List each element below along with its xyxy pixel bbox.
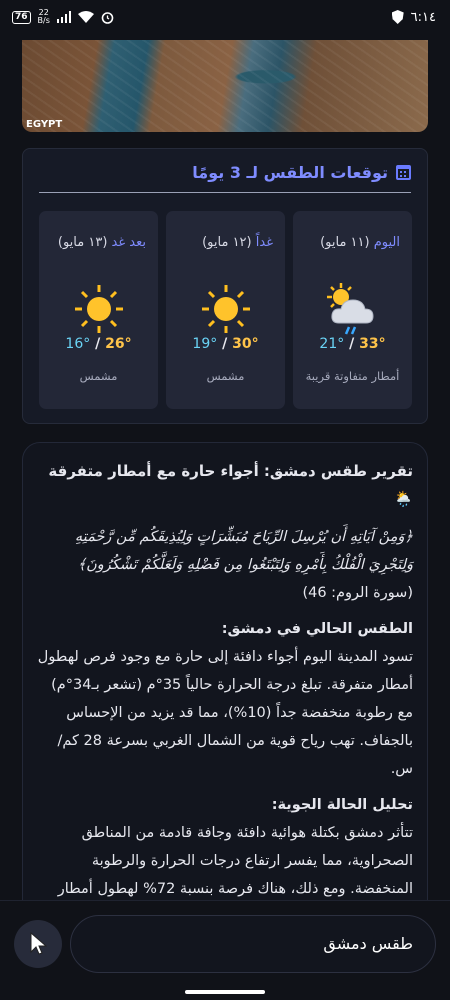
- forecast-panel: توقعات الطقس لـ 3 يومًا اليوم (١١ مايو) …: [22, 148, 428, 424]
- temperatures: 21° / 33°: [319, 336, 386, 352]
- temperatures: 16° / 26°: [65, 336, 132, 352]
- min-temp: 19°: [192, 336, 218, 352]
- search-input[interactable]: طقس دمشق: [70, 915, 436, 973]
- status-right: ٦:١٤: [391, 9, 436, 25]
- report-verse: ﴿وَمِنْ آيَاتِهِ أَن يُرْسِلَ الرِّيَاحَ…: [37, 523, 413, 607]
- data-rate-unit: B/s: [37, 16, 50, 25]
- forecast-header: توقعات الطقس لـ 3 يومًا: [39, 163, 411, 193]
- analysis-text: تتأثر دمشق بكتلة هوائية دافئة وجافة قادم…: [52, 825, 413, 911]
- day-label: غداً (١٢ مايو): [174, 231, 273, 255]
- sun-icon: [74, 285, 123, 333]
- wifi-icon: [78, 11, 95, 23]
- weather-report: تقرير طقس دمشق: أجواء حارة مع أمطار متفر…: [22, 442, 428, 912]
- shield-icon: [391, 10, 404, 24]
- day-date: (١٢ مايو): [202, 235, 252, 250]
- sun-icon: [201, 285, 250, 333]
- day-label: اليوم (١١ مايو): [301, 231, 400, 255]
- max-temp: 30°: [232, 336, 259, 352]
- home-indicator[interactable]: [185, 990, 265, 994]
- report-title: تقرير طقس دمشق: أجواء حارة مع أمطار متفر…: [48, 462, 413, 508]
- cursor-icon: [30, 932, 47, 955]
- data-rate: 22 B/s: [38, 9, 50, 25]
- verse-reference: (سورة الروم: 46): [302, 585, 413, 601]
- send-button[interactable]: [14, 920, 62, 968]
- calendar-icon: [396, 165, 411, 180]
- day-date: (١١ مايو): [320, 235, 370, 250]
- alarm-icon: [102, 11, 114, 24]
- status-bar: 76 22 B/s ٦:١٤: [0, 0, 450, 34]
- min-temp: 16°: [65, 336, 91, 352]
- status-time: ٦:١٤: [410, 9, 436, 25]
- max-temp: 33°: [359, 336, 386, 352]
- analysis-heading: تحليل الحالة الجوية:: [271, 797, 413, 813]
- day-name: غداً: [255, 235, 273, 250]
- forecast-title: توقعات الطقس لـ 3 يومًا: [192, 163, 388, 182]
- day-card-after-tomorrow: بعد غد (١٣ مايو) 16° / 26° مشمس: [39, 211, 158, 409]
- satellite-map: EGYPT: [22, 40, 428, 132]
- input-bar: طقس دمشق: [0, 900, 450, 1000]
- status-left: 76 22 B/s: [12, 9, 114, 25]
- verse-text: ﴿وَمِنْ آيَاتِهِ أَن يُرْسِلَ الرِّيَاحَ…: [74, 529, 413, 573]
- temperatures: 19° / 30°: [192, 336, 259, 352]
- map-label: EGYPT: [26, 119, 63, 130]
- battery-icon: 76: [12, 10, 31, 24]
- day-card-today: اليوم (١١ مايو) 21° / 33° أمطار متفاوتة …: [293, 211, 412, 409]
- min-temp: 21°: [319, 336, 345, 352]
- day-name: بعد غد: [111, 235, 146, 250]
- current-weather-text: تسود المدينة اليوم أجواء دافئة إلى حارة …: [37, 649, 413, 777]
- condition-text: مشمس: [79, 369, 118, 383]
- condition-text: مشمس: [206, 369, 245, 383]
- current-weather-heading: الطقس الحالي في دمشق:: [221, 621, 413, 637]
- day-card-tomorrow: غداً (١٢ مايو) 19° / 30° مشمس: [166, 211, 285, 409]
- condition-text: أمطار متفاوتة قريبة: [305, 369, 400, 383]
- day-date: (١٣ مايو): [57, 235, 108, 250]
- signal-icon: [56, 11, 72, 23]
- max-temp: 26°: [105, 336, 132, 352]
- day-name: اليوم: [373, 235, 400, 250]
- sun-cloud-rain-icon: [326, 283, 374, 335]
- day-label: بعد غد (١٣ مايو): [47, 231, 146, 255]
